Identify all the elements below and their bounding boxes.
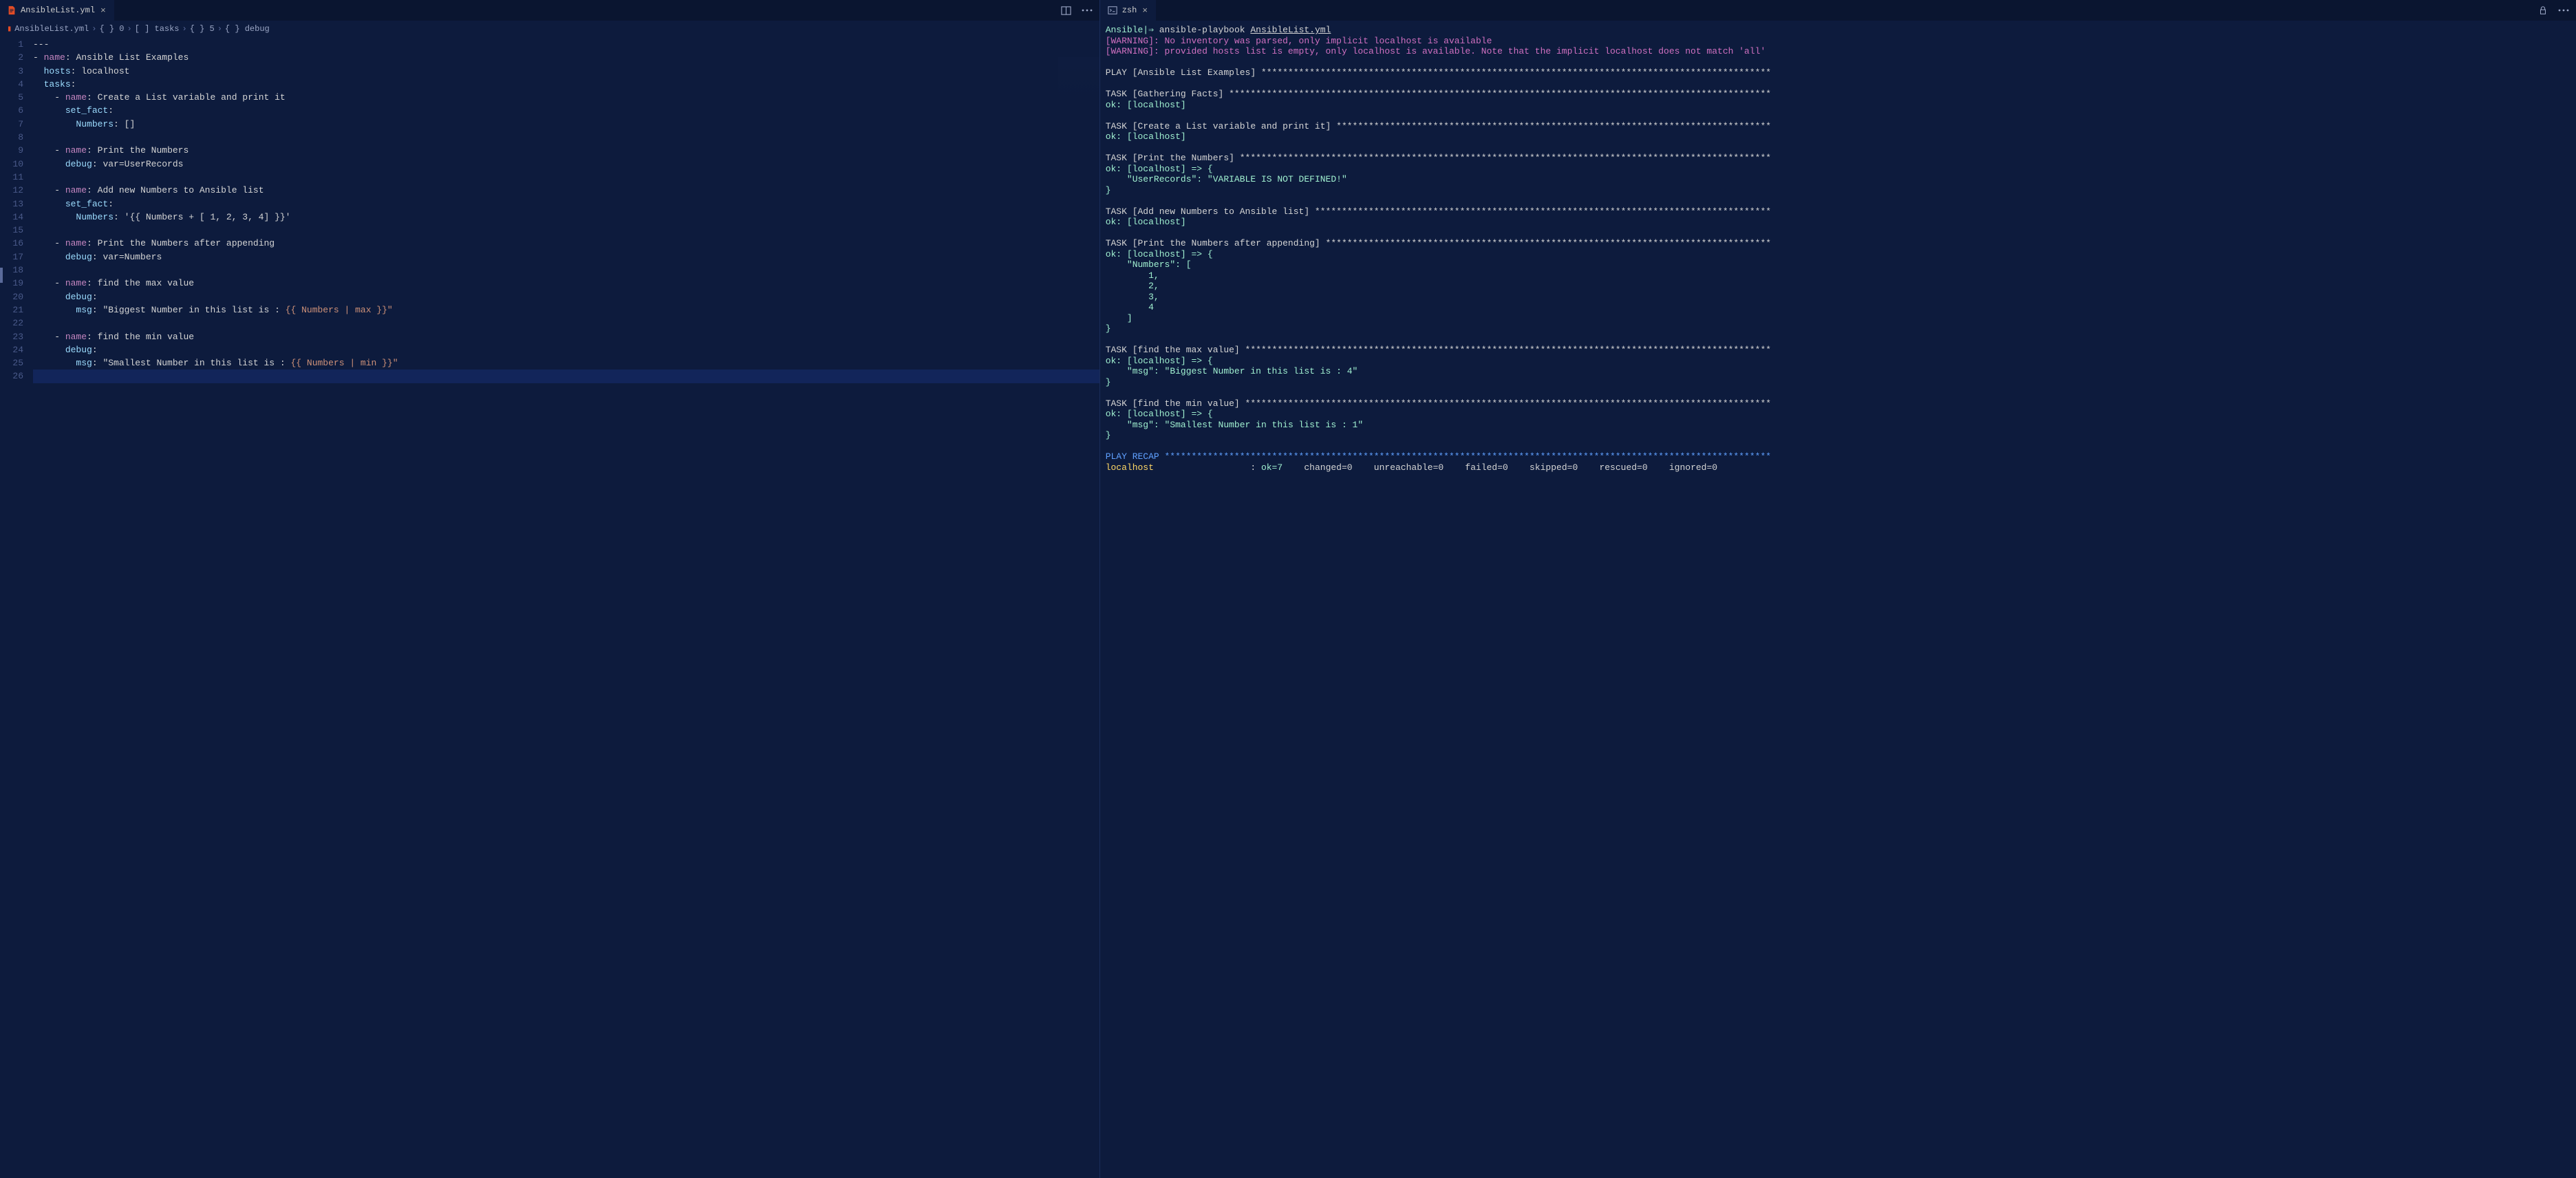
tab-zsh[interactable]: zsh ×: [1100, 0, 1157, 21]
task-header: TASK [find the max value] **************…: [1106, 345, 1771, 355]
task-body: "msg": "Smallest Number in this list is …: [1106, 420, 1363, 430]
task-header: TASK [find the min value] **************…: [1106, 398, 1771, 409]
prompt-command: ansible-playbook: [1159, 25, 1251, 35]
recap-host: localhost: [1106, 462, 1154, 473]
task-ok: ok: [localhost] => {: [1106, 249, 1213, 259]
lock-icon[interactable]: [2537, 5, 2548, 16]
scroll-indicator: [0, 268, 3, 283]
warning-line: [WARNING]: provided hosts list is empty,…: [1106, 46, 1766, 56]
code-editor[interactable]: 1234567891011121314151617181920212223242…: [0, 36, 1099, 1178]
task-ok: ok: [localhost]: [1106, 217, 1186, 227]
prompt-arg: AnsibleList.yml: [1250, 25, 1331, 35]
task-header: TASK [Gathering Facts] *****************…: [1106, 89, 1771, 99]
line-number-gutter: 1234567891011121314151617181920212223242…: [0, 36, 33, 1178]
terminal-output[interactable]: Ansible|⇒ ansible-playbook AnsibleList.y…: [1100, 21, 2576, 1178]
task-body: 1,: [1106, 270, 1159, 281]
chevron-right-icon: ›: [92, 24, 96, 34]
task-ok: ok: [localhost]: [1106, 131, 1186, 142]
task-body: "msg": "Biggest Number in this list is :…: [1106, 366, 1358, 376]
split-editor-icon[interactable]: [1061, 5, 1072, 16]
terminal-icon: [1107, 5, 1118, 16]
breadcrumb-item[interactable]: { } 5: [190, 24, 215, 34]
yaml-file-icon: [7, 6, 17, 15]
terminal-pane: zsh × Ansible|⇒ ansible-playbook Ansible…: [1100, 0, 2576, 1178]
breadcrumb-file[interactable]: AnsibleList.yml: [14, 24, 89, 34]
chevron-right-icon: ›: [127, 24, 131, 34]
minimap[interactable]: [1058, 57, 1099, 98]
task-body: "UserRecords": "VARIABLE IS NOT DEFINED!…: [1106, 174, 1347, 184]
task-header: TASK [Print the Numbers after appending]…: [1106, 238, 1771, 248]
close-icon[interactable]: ×: [99, 6, 107, 16]
task-body: 4: [1106, 302, 1154, 312]
yaml-file-icon: ▮: [7, 23, 12, 34]
task-body: 2,: [1106, 281, 1159, 291]
task-header: TASK [Print the Numbers] ***************…: [1106, 153, 1771, 163]
breadcrumb-item[interactable]: [ ] tasks: [135, 24, 180, 34]
tab-label: zsh: [1122, 6, 1137, 15]
prompt-host: Ansible: [1106, 25, 1144, 35]
task-body: ]: [1106, 313, 1133, 323]
tab-ansiblelist[interactable]: AnsibleList.yml ×: [0, 0, 115, 21]
terminal-tabbar: zsh ×: [1100, 0, 2576, 21]
more-actions-icon[interactable]: [1082, 5, 1093, 16]
task-ok: ok: [localhost] => {: [1106, 356, 1213, 366]
breadcrumb-item[interactable]: { } debug: [225, 24, 270, 34]
tab-label: AnsibleList.yml: [21, 6, 95, 15]
chevron-right-icon: ›: [182, 24, 187, 34]
task-body: }: [1106, 323, 1111, 334]
breadcrumb[interactable]: ▮AnsibleList.yml › { } 0 › [ ] tasks › {…: [0, 21, 1099, 36]
code-area[interactable]: ---- name: Ansible List Examples hosts: …: [33, 36, 1099, 1178]
task-body: 3,: [1106, 292, 1159, 302]
chevron-right-icon: ›: [217, 24, 222, 34]
close-icon[interactable]: ×: [1141, 6, 1149, 16]
task-body: }: [1106, 430, 1111, 440]
play-header: PLAY [Ansible List Examples] ***********…: [1106, 67, 1771, 78]
task-ok: ok: [localhost]: [1106, 100, 1186, 110]
task-body: "Numbers": [: [1106, 259, 1192, 270]
task-ok: ok: [localhost] => {: [1106, 164, 1213, 174]
task-body: }: [1106, 185, 1111, 195]
editor-tabbar: AnsibleList.yml ×: [0, 0, 1099, 21]
breadcrumb-item[interactable]: { } 0: [99, 24, 124, 34]
more-actions-icon[interactable]: [2558, 5, 2569, 16]
task-ok: ok: [localhost] => {: [1106, 409, 1213, 419]
recap-rest: changed=0 unreachable=0 failed=0 skipped…: [1304, 462, 1717, 473]
recap-ok: ok=7: [1261, 462, 1299, 473]
task-body: }: [1106, 377, 1111, 387]
task-header: TASK [Add new Numbers to Ansible list] *…: [1106, 206, 1771, 217]
task-header: TASK [Create a List variable and print i…: [1106, 121, 1771, 131]
play-recap-header: PLAY RECAP *****************************…: [1106, 451, 1771, 462]
warning-line: [WARNING]: No inventory was parsed, only…: [1106, 36, 1492, 46]
editor-pane: AnsibleList.yml × ▮AnsibleList.yml › { }…: [0, 0, 1100, 1178]
